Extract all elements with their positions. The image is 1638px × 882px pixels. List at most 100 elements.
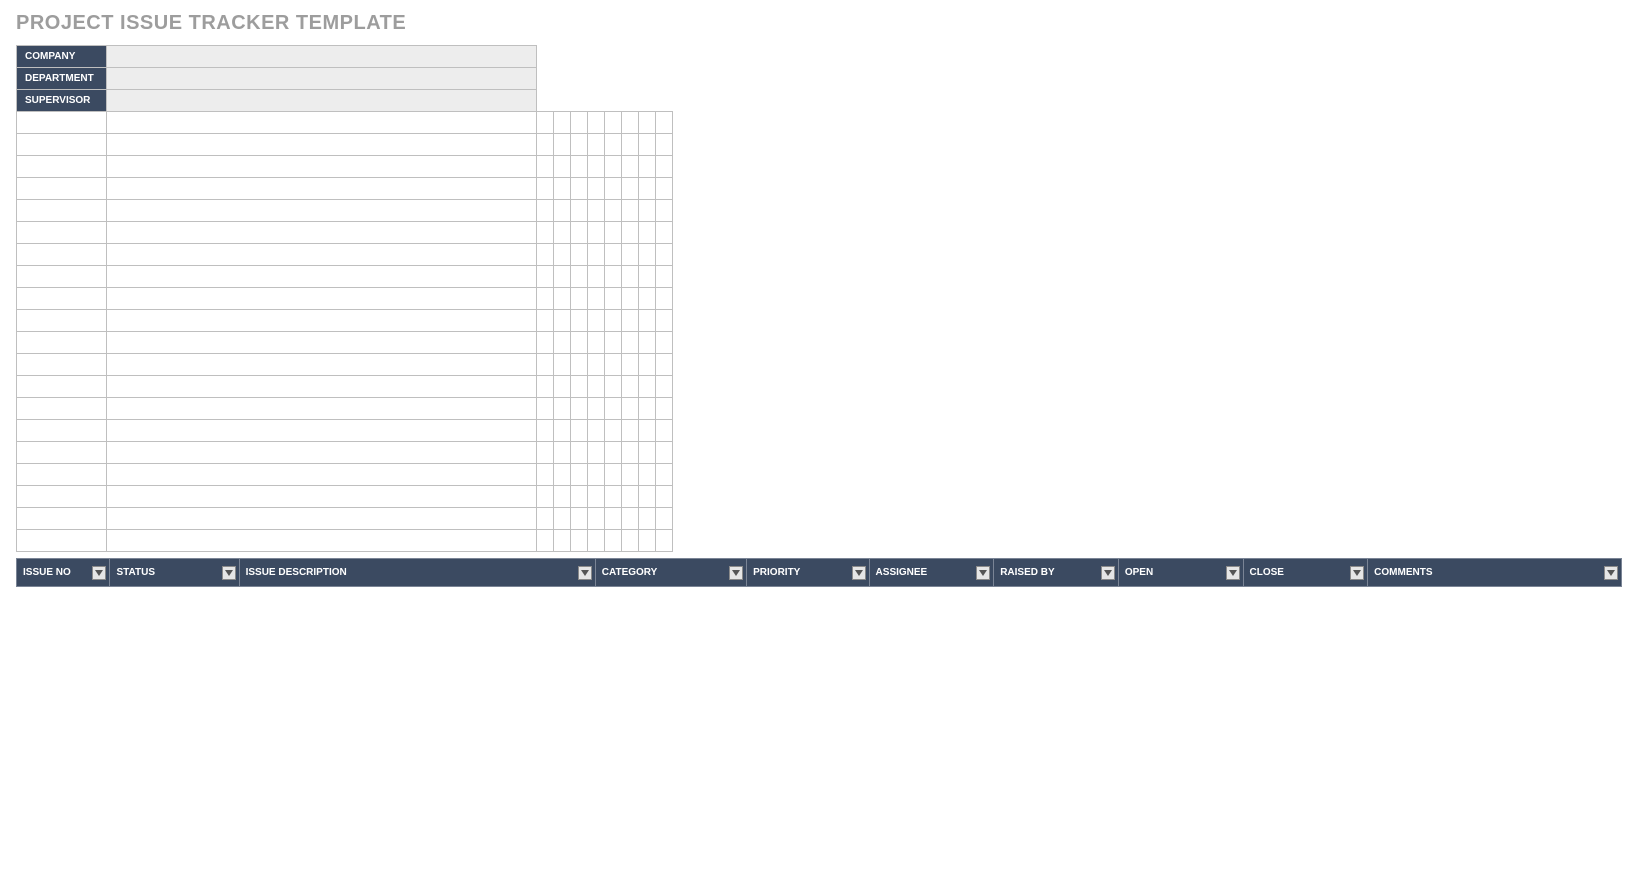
table-cell[interactable]	[588, 222, 605, 244]
table-cell[interactable]	[656, 222, 673, 244]
table-cell[interactable]	[554, 354, 571, 376]
meta-value-department[interactable]	[107, 68, 537, 90]
table-cell[interactable]	[639, 420, 656, 442]
table-cell[interactable]	[622, 508, 639, 530]
table-cell[interactable]	[17, 178, 107, 200]
table-cell[interactable]	[537, 222, 554, 244]
col-header-comments[interactable]: COMMENTS	[1368, 559, 1622, 587]
table-cell[interactable]	[605, 442, 622, 464]
table-cell[interactable]	[588, 354, 605, 376]
table-cell[interactable]	[107, 420, 537, 442]
table-cell[interactable]	[554, 420, 571, 442]
table-cell[interactable]	[537, 530, 554, 552]
table-cell[interactable]	[571, 134, 588, 156]
filter-dropdown-icon[interactable]	[1101, 566, 1115, 580]
table-cell[interactable]	[639, 288, 656, 310]
meta-value-company[interactable]	[107, 46, 537, 68]
table-cell[interactable]	[588, 200, 605, 222]
table-cell[interactable]	[656, 112, 673, 134]
table-cell[interactable]	[571, 222, 588, 244]
table-cell[interactable]	[571, 530, 588, 552]
table-cell[interactable]	[605, 354, 622, 376]
table-cell[interactable]	[107, 464, 537, 486]
table-cell[interactable]	[588, 288, 605, 310]
filter-dropdown-icon[interactable]	[976, 566, 990, 580]
table-cell[interactable]	[17, 442, 107, 464]
table-cell[interactable]	[588, 530, 605, 552]
table-cell[interactable]	[588, 156, 605, 178]
table-cell[interactable]	[622, 332, 639, 354]
filter-dropdown-icon[interactable]	[222, 566, 236, 580]
table-cell[interactable]	[107, 442, 537, 464]
table-cell[interactable]	[107, 112, 537, 134]
table-cell[interactable]	[537, 134, 554, 156]
table-cell[interactable]	[554, 376, 571, 398]
table-cell[interactable]	[656, 288, 673, 310]
table-cell[interactable]	[622, 288, 639, 310]
table-cell[interactable]	[656, 354, 673, 376]
table-cell[interactable]	[622, 156, 639, 178]
table-cell[interactable]	[17, 156, 107, 178]
table-cell[interactable]	[571, 464, 588, 486]
table-cell[interactable]	[639, 178, 656, 200]
table-cell[interactable]	[17, 530, 107, 552]
table-cell[interactable]	[588, 464, 605, 486]
table-cell[interactable]	[571, 244, 588, 266]
col-header-status[interactable]: STATUS	[110, 559, 239, 587]
table-cell[interactable]	[605, 376, 622, 398]
table-cell[interactable]	[588, 134, 605, 156]
table-cell[interactable]	[656, 376, 673, 398]
table-cell[interactable]	[107, 530, 537, 552]
table-cell[interactable]	[656, 156, 673, 178]
table-cell[interactable]	[605, 310, 622, 332]
table-cell[interactable]	[571, 420, 588, 442]
table-cell[interactable]	[656, 244, 673, 266]
table-cell[interactable]	[656, 134, 673, 156]
table-cell[interactable]	[554, 288, 571, 310]
table-cell[interactable]	[554, 244, 571, 266]
table-cell[interactable]	[537, 398, 554, 420]
table-cell[interactable]	[622, 178, 639, 200]
table-cell[interactable]	[639, 508, 656, 530]
table-cell[interactable]	[639, 244, 656, 266]
table-cell[interactable]	[605, 288, 622, 310]
table-cell[interactable]	[639, 530, 656, 552]
table-cell[interactable]	[588, 332, 605, 354]
table-cell[interactable]	[107, 354, 537, 376]
table-cell[interactable]	[588, 508, 605, 530]
table-cell[interactable]	[107, 156, 537, 178]
table-cell[interactable]	[571, 354, 588, 376]
table-cell[interactable]	[639, 200, 656, 222]
table-cell[interactable]	[622, 464, 639, 486]
table-cell[interactable]	[537, 200, 554, 222]
table-cell[interactable]	[605, 464, 622, 486]
table-cell[interactable]	[554, 530, 571, 552]
table-cell[interactable]	[588, 112, 605, 134]
table-cell[interactable]	[622, 200, 639, 222]
table-cell[interactable]	[537, 178, 554, 200]
table-cell[interactable]	[605, 332, 622, 354]
table-cell[interactable]	[17, 332, 107, 354]
table-cell[interactable]	[656, 530, 673, 552]
table-cell[interactable]	[656, 332, 673, 354]
table-cell[interactable]	[537, 332, 554, 354]
table-cell[interactable]	[622, 442, 639, 464]
table-cell[interactable]	[17, 508, 107, 530]
table-cell[interactable]	[107, 200, 537, 222]
table-cell[interactable]	[588, 420, 605, 442]
table-cell[interactable]	[639, 332, 656, 354]
table-cell[interactable]	[571, 112, 588, 134]
table-cell[interactable]	[622, 376, 639, 398]
filter-dropdown-icon[interactable]	[578, 566, 592, 580]
table-cell[interactable]	[605, 486, 622, 508]
col-header-priority[interactable]: PRIORITY	[747, 559, 869, 587]
table-cell[interactable]	[554, 464, 571, 486]
col-header-description[interactable]: ISSUE DESCRIPTION	[239, 559, 595, 587]
table-cell[interactable]	[537, 112, 554, 134]
table-cell[interactable]	[639, 112, 656, 134]
table-cell[interactable]	[656, 310, 673, 332]
table-cell[interactable]	[571, 310, 588, 332]
table-cell[interactable]	[17, 464, 107, 486]
table-cell[interactable]	[17, 376, 107, 398]
filter-dropdown-icon[interactable]	[729, 566, 743, 580]
